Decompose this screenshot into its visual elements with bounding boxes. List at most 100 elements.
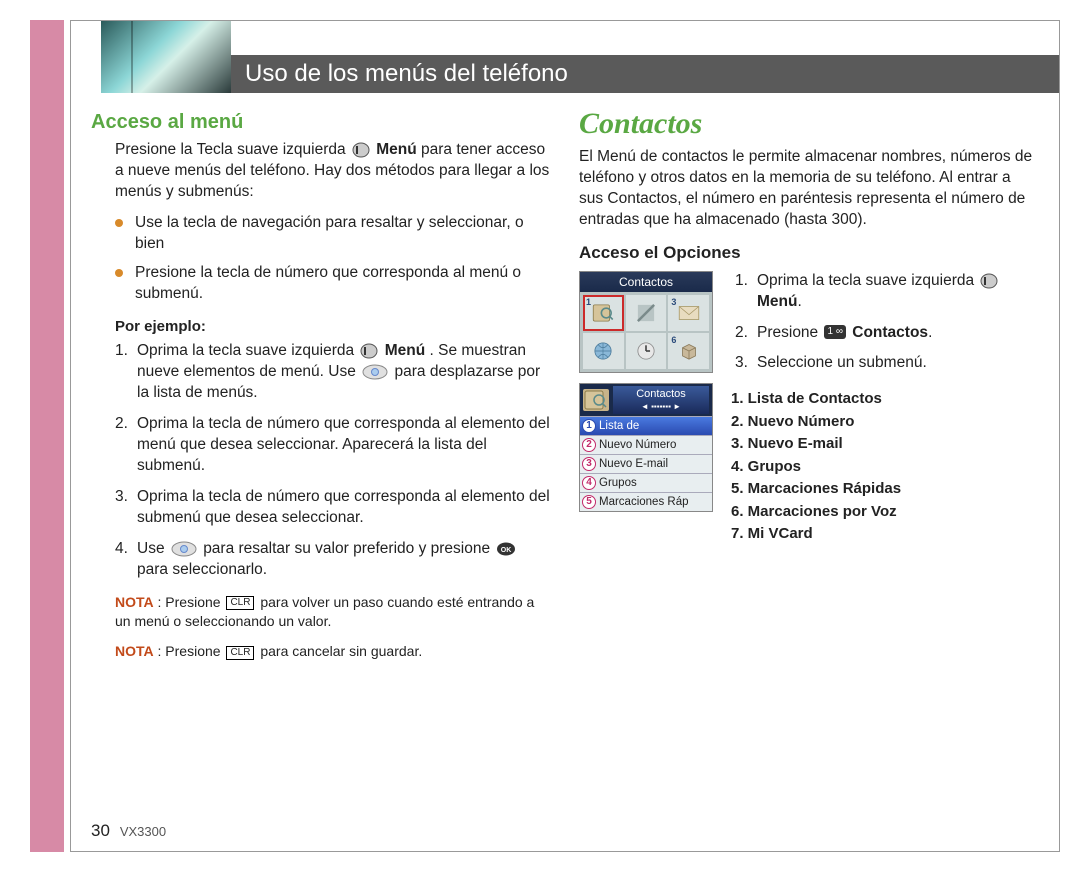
list-row-1-selected: 1Lista de (580, 416, 712, 435)
example-steps: Oprima la tecla suave izquierda Menú . S… (91, 341, 551, 580)
menu-cell-1-selected: 1 (583, 295, 624, 331)
right-heading: Contactos (579, 107, 1039, 141)
screen2-title: Contactos ◄ ▪▪▪▪▪▪▪ ► (613, 386, 709, 414)
nota-1: NOTA : Presione CLR para volver un paso … (91, 593, 551, 631)
right-steps: Oprima la tecla suave izquierda Menú. Pr… (731, 271, 1039, 375)
bullet-item: Use la tecla de navegación para resaltar… (115, 213, 551, 255)
menu-cell-2 (626, 295, 667, 331)
left-heading: Acceso al menú (91, 111, 551, 134)
nota-label: NOTA (115, 643, 154, 659)
row-label: Marcaciones Ráp (599, 496, 688, 508)
mail-icon (676, 300, 702, 326)
nota-label: NOTA (115, 594, 154, 610)
text: Oprima la tecla suave izquierda (137, 342, 358, 359)
text: : Presione (158, 594, 225, 610)
header-photo (101, 21, 231, 93)
side-accent-bar (30, 20, 64, 852)
rstep-1: Oprima la tecla suave izquierda Menú. (735, 271, 1039, 313)
text-bold: Contactos (852, 324, 928, 341)
text-bold: Menú (385, 342, 425, 359)
cube-icon (676, 338, 702, 364)
right-row: Contactos 1 3 (579, 271, 1039, 546)
model-label: VX3300 (120, 824, 166, 839)
bullet-list: Use la tecla de navegación para resaltar… (91, 213, 551, 305)
list-row-5: 5Marcaciones Ráp (580, 492, 712, 511)
right-intro: El Menú de contactos le permite almacena… (579, 147, 1039, 231)
diagonal-icon (633, 300, 659, 326)
page-title-bar: Uso de los menús del teléfono (231, 55, 1059, 93)
left-column: Acceso al menú Presione la Tecla suave i… (91, 111, 551, 821)
clr-keycap: CLR (226, 596, 254, 610)
screen2-titlebar: Contactos ◄ ▪▪▪▪▪▪▪ ► (580, 384, 712, 416)
submenu-item: 1. Lista de Contactos (731, 388, 1039, 411)
right-steps-block: Oprima la tecla suave izquierda Menú. Pr… (731, 271, 1039, 546)
bullet-item: Presione la tecla de número que correspo… (115, 263, 551, 305)
text: : Presione (158, 643, 225, 659)
submenu-item: 5. Marcaciones Rápidas (731, 478, 1039, 501)
nav-key-icon (171, 540, 197, 558)
text: . (797, 293, 801, 310)
clock-icon (633, 338, 659, 364)
text: Presione la Tecla suave izquierda (115, 141, 350, 158)
text: Oprima la tecla suave izquierda (757, 272, 978, 289)
page-title: Uso de los menús del teléfono (245, 60, 568, 87)
phone-screen-grid: Contactos 1 3 (579, 271, 713, 373)
text-bold: Menú (757, 293, 797, 310)
text: Presione (757, 324, 822, 341)
phone-screen-list: Contactos ◄ ▪▪▪▪▪▪▪ ► 1Lista de 2Nuevo N… (579, 383, 713, 512)
softkey-icon (360, 342, 378, 360)
page-footer: 30 VX3300 (91, 821, 166, 841)
menu-cell-5 (626, 333, 667, 369)
content-columns: Acceso al menú Presione la Tecla suave i… (91, 111, 1039, 821)
menu-cell-3: 3 (668, 295, 709, 331)
ok-key-icon: OK (496, 541, 516, 557)
nota-2: NOTA : Presione CLR para cancelar sin gu… (91, 642, 551, 661)
rstep-3: Seleccione un submenú. (735, 353, 1039, 374)
menu-cell-6: 6 (668, 333, 709, 369)
list-row-3: 3Nuevo E-mail (580, 454, 712, 473)
nav-key-icon (362, 363, 388, 381)
book-icon (583, 389, 609, 411)
page-number: 30 (91, 821, 110, 840)
text-bold: Menú (376, 141, 416, 158)
row-label: Nuevo E-mail (599, 458, 668, 470)
list-row-4: 4Grupos (580, 473, 712, 492)
row-label: Nuevo Número (599, 439, 676, 451)
submenu-item: 6. Marcaciones por Voz (731, 501, 1039, 524)
menu-grid: 1 3 (580, 292, 712, 372)
menu-cell-4 (583, 333, 624, 369)
step-3: Oprima la tecla de número que correspond… (115, 487, 551, 529)
submenu-bold-list: 1. Lista de Contactos 2. Nuevo Número 3.… (731, 388, 1039, 546)
por-ejemplo-label: Por ejemplo: (91, 318, 551, 335)
text: para cancelar sin guardar. (260, 643, 422, 659)
step-4: Use para resaltar su valor preferido y p… (115, 539, 551, 581)
text: Contactos (636, 388, 686, 400)
left-intro: Presione la Tecla suave izquierda Menú p… (91, 140, 551, 203)
text: . (928, 324, 932, 341)
submenu-item: 2. Nuevo Número (731, 411, 1039, 434)
submenu-item: 4. Grupos (731, 456, 1039, 479)
step-2: Oprima la tecla de número que correspond… (115, 414, 551, 477)
clr-keycap: CLR (226, 646, 254, 660)
submenu-item: 7. Mi VCard (731, 523, 1039, 546)
row-label: Lista de (599, 420, 639, 432)
submenu-list-screen: 1Lista de 2Nuevo Número 3Nuevo E-mail 4G… (580, 416, 712, 511)
svg-text:OK: OK (501, 547, 512, 554)
page-frame: Uso de los menús del teléfono Acceso al … (70, 20, 1060, 852)
softkey-icon (980, 272, 998, 290)
contacts-icon (590, 300, 616, 326)
globe-icon (590, 338, 616, 364)
rstep-2: Presione 1 ∞ Contactos. (735, 323, 1039, 344)
acceso-opciones-heading: Acceso el Opciones (579, 243, 1039, 263)
list-row-2: 2Nuevo Número (580, 435, 712, 454)
text: Use (137, 540, 169, 557)
right-column: Contactos El Menú de contactos le permit… (579, 111, 1039, 821)
row-label: Grupos (599, 477, 637, 489)
keycap-1: 1 ∞ (824, 325, 845, 339)
screen-titlebar: Contactos (580, 272, 712, 292)
text: para resaltar su valor preferido y presi… (203, 540, 494, 557)
text: para seleccionarlo. (137, 561, 267, 578)
submenu-item: 3. Nuevo E-mail (731, 433, 1039, 456)
phone-screenshots: Contactos 1 3 (579, 271, 717, 522)
softkey-icon (352, 141, 370, 159)
